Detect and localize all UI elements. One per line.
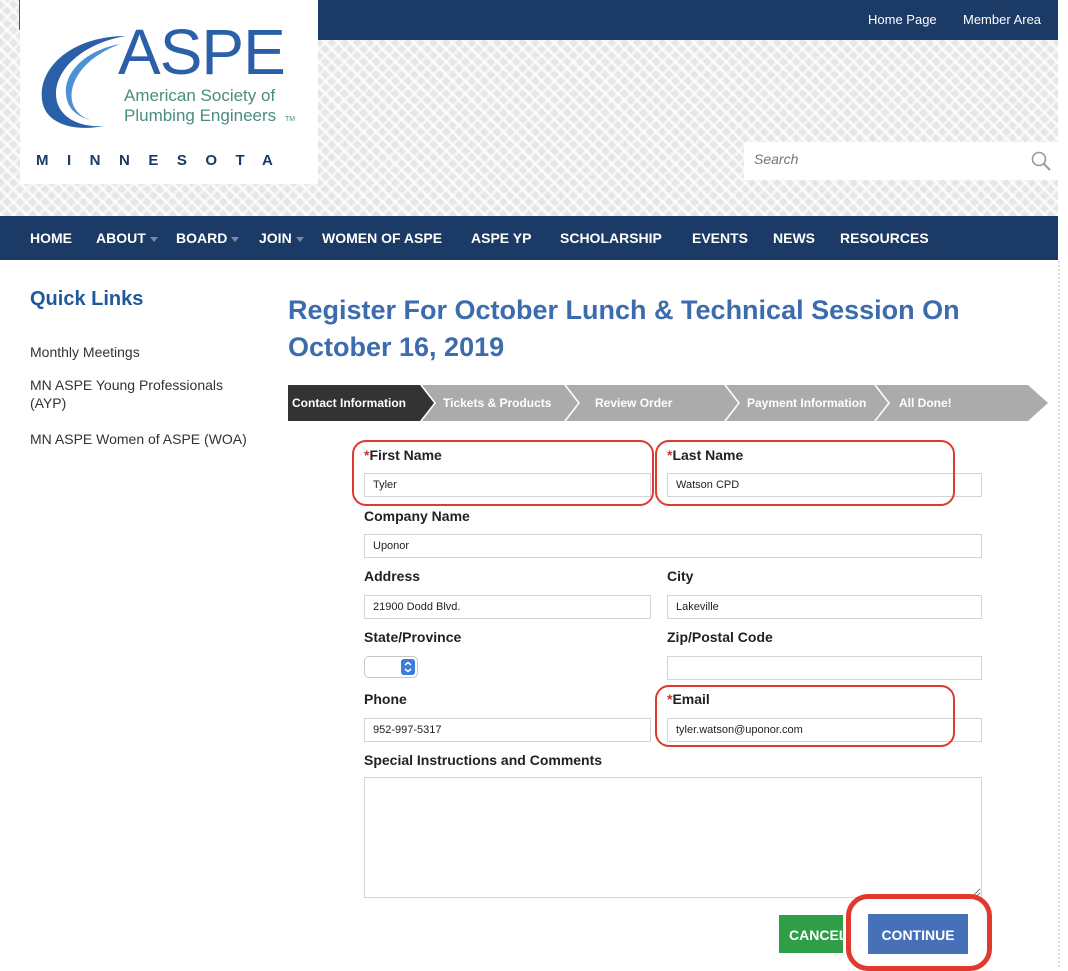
nav-home[interactable]: HOME <box>30 230 72 246</box>
search-box <box>744 142 1058 180</box>
nav-resources[interactable]: RESOURCES <box>840 230 929 246</box>
nav-join[interactable]: JOIN <box>259 230 304 246</box>
search-input[interactable] <box>752 150 1016 168</box>
highlight-first-name <box>352 440 654 506</box>
search-icon[interactable] <box>1030 150 1052 172</box>
state-province-select[interactable] <box>364 656 418 678</box>
comments-label: Special Instructions and Comments <box>364 752 603 768</box>
chevron-down-icon <box>149 236 158 242</box>
nav-events[interactable]: EVENTS <box>692 230 748 246</box>
nav-board[interactable]: BOARD <box>176 230 240 246</box>
logo-trademark: TM <box>285 116 296 123</box>
highlight-last-name <box>655 440 955 506</box>
nav-about[interactable]: ABOUT <box>96 230 158 246</box>
cancel-button[interactable]: CANCEL <box>779 915 843 953</box>
phone-input[interactable] <box>364 718 651 742</box>
city-label: City <box>667 568 694 584</box>
quick-links-title: Quick Links <box>30 288 144 310</box>
nav-news[interactable]: NEWS <box>773 230 815 246</box>
page-title: Register For October Lunch & Technical S… <box>288 295 960 362</box>
sidebar-link-monthly-meetings[interactable]: Monthly Meetings <box>30 343 140 361</box>
sidebar-link-women-of-aspe[interactable]: MN ASPE Women of ASPE (WOA) <box>30 430 247 448</box>
sidebar-link-young-professionals[interactable]: MN ASPE Young Professionals (AYP) <box>30 376 260 412</box>
logo-state: MINNESOTA <box>36 152 292 169</box>
nav-women-of-aspe[interactable]: WOMEN OF ASPE <box>322 230 442 246</box>
state-province-label: State/Province <box>364 629 462 645</box>
address-label: Address <box>364 568 421 584</box>
step-payment-information: Payment Information <box>747 396 867 410</box>
select-arrows-icon <box>401 659 415 675</box>
logo-subtitle-line1: American Society of <box>124 86 276 105</box>
company-name-input[interactable] <box>364 534 982 558</box>
nav-scholarship[interactable]: SCHOLARSHIP <box>560 230 662 246</box>
step-tickets-products: Tickets & Products <box>443 396 552 410</box>
logo-wordmark: ASPE <box>118 16 286 88</box>
address-input[interactable] <box>364 595 651 619</box>
nav-board-label: BOARD <box>176 230 228 246</box>
nav-about-label: ABOUT <box>96 230 146 246</box>
phone-label: Phone <box>364 691 407 707</box>
zip-postal-code-label: Zip/Postal Code <box>667 629 773 645</box>
highlight-email <box>655 685 955 747</box>
page-edge <box>1058 260 1060 967</box>
nav-join-label: JOIN <box>259 230 292 246</box>
member-area-link[interactable]: Member Area <box>963 12 1041 27</box>
logo-subtitle-line2: Plumbing Engineers <box>124 106 277 125</box>
continue-button[interactable]: CONTINUE <box>868 914 968 954</box>
comments-textarea[interactable] <box>364 777 982 898</box>
chevron-down-icon <box>231 236 240 242</box>
company-name-label: Company Name <box>364 508 470 524</box>
city-input[interactable] <box>667 595 982 619</box>
chevron-down-icon <box>295 236 304 242</box>
step-all-done: All Done! <box>899 396 952 410</box>
step-review-order: Review Order <box>595 396 673 410</box>
step-contact-information: Contact Information <box>292 396 406 410</box>
top-bar <box>318 0 1058 40</box>
zip-postal-code-input[interactable] <box>667 656 982 680</box>
home-page-link[interactable]: Home Page <box>868 12 937 27</box>
nav-aspe-yp[interactable]: ASPE YP <box>471 230 531 246</box>
